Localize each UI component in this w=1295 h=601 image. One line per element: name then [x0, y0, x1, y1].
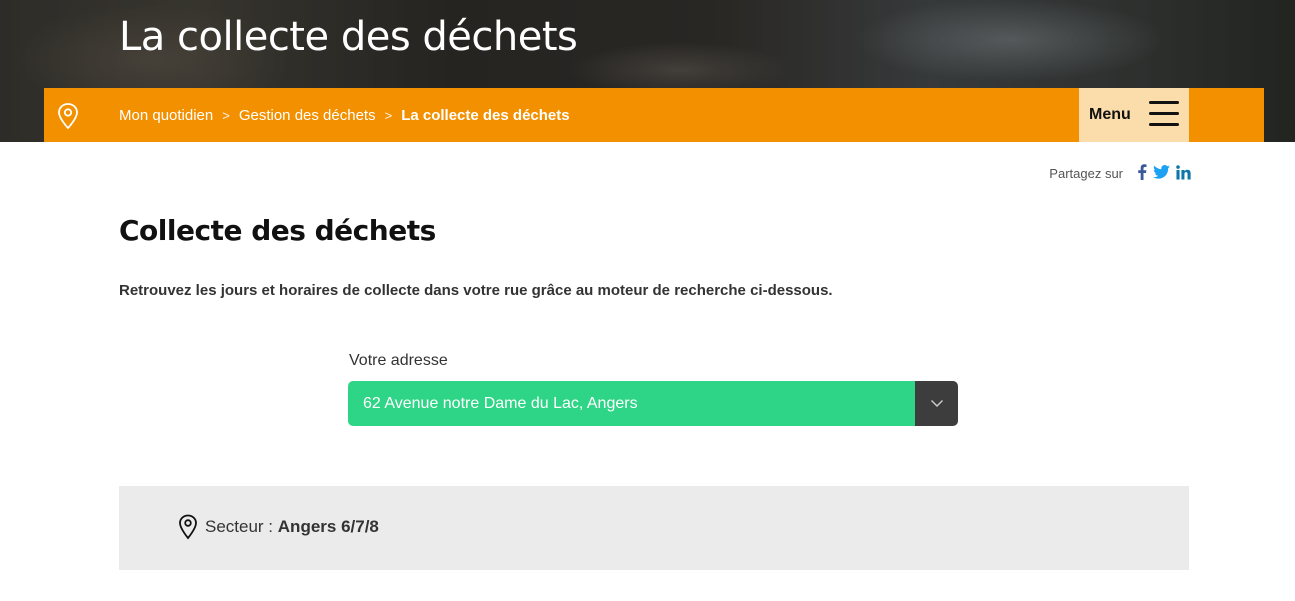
address-label: Votre adresse: [349, 352, 448, 369]
sector-value: Angers 6/7/8: [277, 517, 379, 536]
sector-panel: Secteur : Angers 6/7/8: [119, 486, 1189, 570]
breadcrumb: Mon quotidien > Gestion des déchets > La…: [119, 88, 570, 142]
page-title: Collecte des déchets: [119, 214, 436, 247]
facebook-icon[interactable]: [1137, 164, 1147, 183]
share-label: Partagez sur: [1049, 166, 1123, 181]
sector-label: Secteur :: [205, 517, 274, 536]
breadcrumb-item-current: La collecte des déchets: [401, 106, 570, 124]
breadcrumb-separator: >: [222, 107, 230, 123]
breadcrumb-item-mon-quotidien[interactable]: Mon quotidien: [119, 107, 213, 124]
hero-title: La collecte des déchets: [119, 14, 578, 60]
address-value[interactable]: 62 Avenue notre Dame du Lac, Angers: [348, 381, 915, 426]
linkedin-icon[interactable]: [1176, 164, 1191, 183]
sector-text: Secteur : Angers 6/7/8: [205, 517, 379, 537]
menu-label: Menu: [1089, 106, 1131, 123]
twitter-icon[interactable]: [1153, 165, 1170, 182]
share-bar: Partagez sur: [1049, 164, 1191, 183]
address-select[interactable]: 62 Avenue notre Dame du Lac, Angers: [348, 381, 958, 426]
intro-text: Retrouvez les jours et horaires de colle…: [119, 282, 833, 299]
chevron-down-icon: [930, 400, 943, 407]
location-pin-icon: [56, 102, 80, 130]
breadcrumb-item-gestion-des-dechets[interactable]: Gestion des déchets: [239, 107, 376, 124]
breadcrumb-separator: >: [384, 107, 393, 123]
menu-button[interactable]: Menu: [1079, 88, 1189, 142]
address-dropdown-toggle[interactable]: [915, 381, 958, 426]
location-pin-icon: [178, 514, 198, 540]
hamburger-icon: [1149, 101, 1179, 127]
